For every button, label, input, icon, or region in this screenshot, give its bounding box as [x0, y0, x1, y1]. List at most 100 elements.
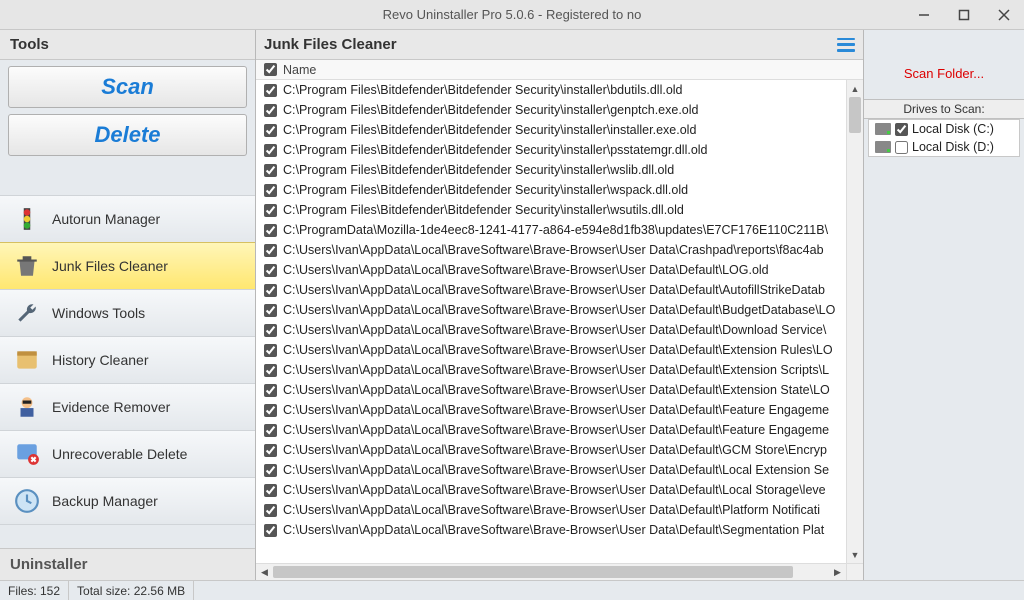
titlebar[interactable]: Revo Uninstaller Pro 5.0.6 - Registered … — [0, 0, 1024, 30]
table-row[interactable]: C:\Users\Ivan\AppData\Local\BraveSoftwar… — [256, 380, 846, 400]
row-checkbox[interactable] — [264, 204, 277, 217]
delete-button[interactable]: Delete — [8, 114, 247, 156]
row-checkbox[interactable] — [264, 224, 277, 237]
sidebar-item-backup[interactable]: Backup Manager — [0, 477, 255, 525]
row-checkbox[interactable] — [264, 504, 277, 517]
table-row[interactable]: C:\Program Files\Bitdefender\Bitdefender… — [256, 140, 846, 160]
sidebar-item-evidence[interactable]: Evidence Remover — [0, 383, 255, 431]
drive-checkbox[interactable] — [895, 141, 908, 154]
menu-icon[interactable] — [837, 38, 855, 52]
unrecov-icon — [14, 441, 40, 467]
tool-list: Autorun ManagerJunk Files CleanerWindows… — [0, 162, 255, 548]
row-checkbox[interactable] — [264, 144, 277, 157]
row-checkbox[interactable] — [264, 244, 277, 257]
row-checkbox[interactable] — [264, 464, 277, 477]
column-name-label: Name — [283, 63, 316, 77]
status-bar: Files: 152 Total size: 22.56 MB — [0, 580, 1024, 600]
drive-icon — [875, 123, 891, 135]
drive-label: Local Disk (D:) — [912, 140, 994, 154]
drive-icon — [875, 141, 891, 153]
table-row[interactable]: C:\Program Files\Bitdefender\Bitdefender… — [256, 80, 846, 100]
select-all-checkbox[interactable] — [264, 63, 277, 76]
sidebar-footer[interactable]: Uninstaller — [0, 548, 255, 580]
row-checkbox[interactable] — [264, 124, 277, 137]
row-checkbox[interactable] — [264, 404, 277, 417]
sidebar-item-history[interactable]: History Cleaner — [0, 336, 255, 384]
table-row[interactable]: C:\Users\Ivan\AppData\Local\BraveSoftwar… — [256, 500, 846, 520]
row-path: C:\Users\Ivan\AppData\Local\BraveSoftwar… — [283, 523, 824, 537]
horizontal-scroll-thumb[interactable] — [273, 566, 793, 578]
maximize-button[interactable] — [944, 0, 984, 30]
window-title: Revo Uninstaller Pro 5.0.6 - Registered … — [383, 7, 642, 22]
column-header[interactable]: Name — [256, 60, 863, 80]
scan-folder-link[interactable]: Scan Folder... — [864, 60, 1024, 99]
table-row[interactable]: C:\Program Files\Bitdefender\Bitdefender… — [256, 100, 846, 120]
horizontal-scrollbar[interactable]: ◀ ▶ — [256, 563, 846, 580]
scroll-up-icon[interactable]: ▲ — [847, 80, 863, 97]
file-rows: C:\Program Files\Bitdefender\Bitdefender… — [256, 80, 846, 563]
table-row[interactable]: C:\Users\Ivan\AppData\Local\BraveSoftwar… — [256, 240, 846, 260]
row-path: C:\Users\Ivan\AppData\Local\BraveSoftwar… — [283, 363, 829, 377]
table-row[interactable]: C:\Program Files\Bitdefender\Bitdefender… — [256, 120, 846, 140]
row-checkbox[interactable] — [264, 344, 277, 357]
scroll-down-icon[interactable]: ▼ — [847, 546, 863, 563]
scroll-left-icon[interactable]: ◀ — [256, 564, 273, 580]
row-checkbox[interactable] — [264, 164, 277, 177]
row-path: C:\Users\Ivan\AppData\Local\BraveSoftwar… — [283, 383, 830, 397]
table-row[interactable]: C:\Program Files\Bitdefender\Bitdefender… — [256, 160, 846, 180]
table-row[interactable]: C:\Users\Ivan\AppData\Local\BraveSoftwar… — [256, 440, 846, 460]
sidebar-header: Tools — [0, 30, 255, 60]
minimize-button[interactable] — [904, 0, 944, 30]
table-row[interactable]: C:\Program Files\Bitdefender\Bitdefender… — [256, 200, 846, 220]
table-row[interactable]: C:\Users\Ivan\AppData\Local\BraveSoftwar… — [256, 300, 846, 320]
sidebar-item-unrecov[interactable]: Unrecoverable Delete — [0, 430, 255, 478]
close-button[interactable] — [984, 0, 1024, 30]
row-path: C:\Program Files\Bitdefender\Bitdefender… — [283, 143, 708, 157]
sidebar-item-wintools[interactable]: Windows Tools — [0, 289, 255, 337]
row-path: C:\Program Files\Bitdefender\Bitdefender… — [283, 163, 674, 177]
row-path: C:\Users\Ivan\AppData\Local\BraveSoftwar… — [283, 283, 825, 297]
evidence-icon — [14, 394, 40, 420]
row-checkbox[interactable] — [264, 424, 277, 437]
table-row[interactable]: C:\Users\Ivan\AppData\Local\BraveSoftwar… — [256, 520, 846, 540]
table-row[interactable]: C:\Program Files\Bitdefender\Bitdefender… — [256, 180, 846, 200]
scan-button[interactable]: Scan — [8, 66, 247, 108]
table-row[interactable]: C:\Users\Ivan\AppData\Local\BraveSoftwar… — [256, 260, 846, 280]
sidebar-item-autorun[interactable]: Autorun Manager — [0, 195, 255, 243]
sidebar-item-junk[interactable]: Junk Files Cleaner — [0, 242, 255, 290]
table-row[interactable]: C:\ProgramData\Mozilla-1de4eec8-1241-417… — [256, 220, 846, 240]
row-path: C:\ProgramData\Mozilla-1de4eec8-1241-417… — [283, 223, 828, 237]
row-checkbox[interactable] — [264, 444, 277, 457]
row-checkbox[interactable] — [264, 184, 277, 197]
table-row[interactable]: C:\Users\Ivan\AppData\Local\BraveSoftwar… — [256, 320, 846, 340]
history-icon — [14, 347, 40, 373]
table-row[interactable]: C:\Users\Ivan\AppData\Local\BraveSoftwar… — [256, 420, 846, 440]
table-row[interactable]: C:\Users\Ivan\AppData\Local\BraveSoftwar… — [256, 360, 846, 380]
table-row[interactable]: C:\Users\Ivan\AppData\Local\BraveSoftwar… — [256, 280, 846, 300]
row-checkbox[interactable] — [264, 104, 277, 117]
table-row[interactable]: C:\Users\Ivan\AppData\Local\BraveSoftwar… — [256, 460, 846, 480]
vertical-scroll-thumb[interactable] — [849, 97, 861, 133]
row-checkbox[interactable] — [264, 524, 277, 537]
row-checkbox[interactable] — [264, 364, 277, 377]
row-checkbox[interactable] — [264, 304, 277, 317]
row-checkbox[interactable] — [264, 284, 277, 297]
row-checkbox[interactable] — [264, 264, 277, 277]
drive-checkbox[interactable] — [895, 123, 908, 136]
sidebar-item-label: Backup Manager — [52, 493, 158, 509]
drive-row[interactable]: Local Disk (D:) — [869, 138, 1019, 156]
row-path: C:\Program Files\Bitdefender\Bitdefender… — [283, 123, 696, 137]
drive-row[interactable]: Local Disk (C:) — [869, 120, 1019, 138]
row-checkbox[interactable] — [264, 324, 277, 337]
table-row[interactable]: C:\Users\Ivan\AppData\Local\BraveSoftwar… — [256, 400, 846, 420]
backup-icon — [14, 488, 40, 514]
vertical-scrollbar[interactable]: ▲ ▼ — [846, 80, 863, 563]
row-checkbox[interactable] — [264, 84, 277, 97]
scroll-right-icon[interactable]: ▶ — [829, 564, 846, 580]
row-checkbox[interactable] — [264, 484, 277, 497]
row-path: C:\Users\Ivan\AppData\Local\BraveSoftwar… — [283, 403, 829, 417]
table-row[interactable]: C:\Users\Ivan\AppData\Local\BraveSoftwar… — [256, 340, 846, 360]
row-checkbox[interactable] — [264, 384, 277, 397]
table-row[interactable]: C:\Users\Ivan\AppData\Local\BraveSoftwar… — [256, 480, 846, 500]
sidebar: Tools Scan Delete Autorun ManagerJunk Fi… — [0, 30, 256, 580]
